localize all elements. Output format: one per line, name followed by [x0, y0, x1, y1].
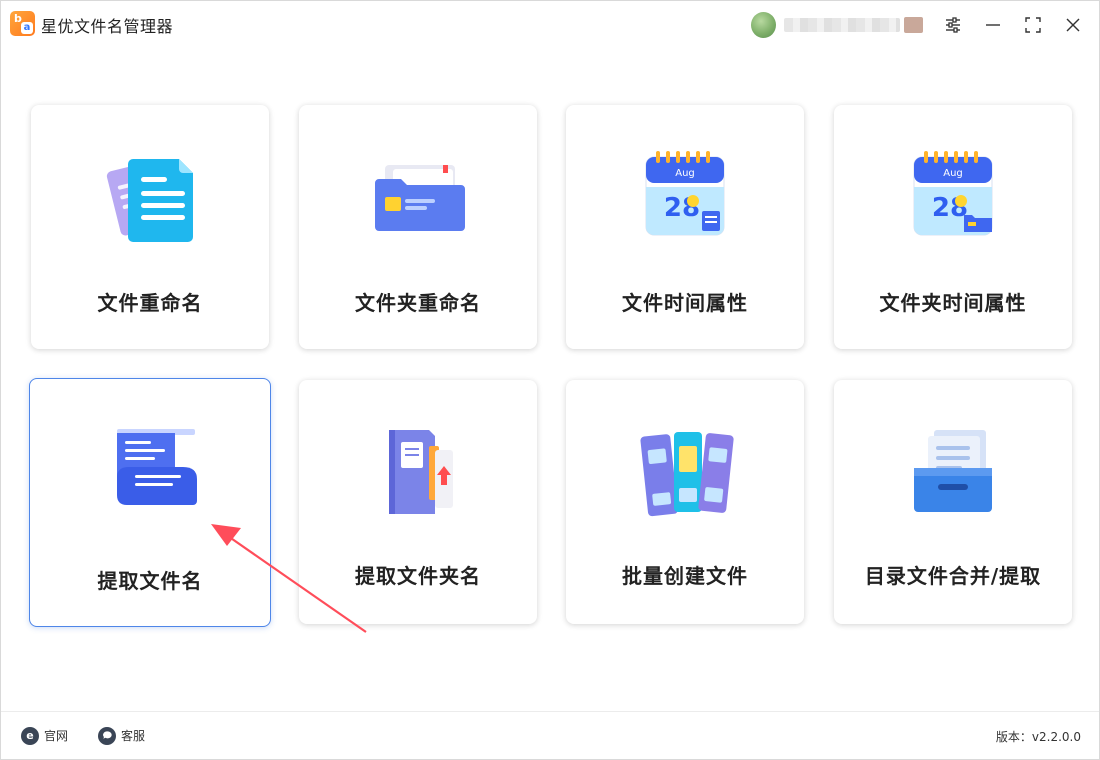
- tool-card-file-rename[interactable]: 文件重命名: [31, 105, 269, 349]
- footer-bar: e 官网 客服 版本：v2.2.0.0: [1, 711, 1099, 759]
- close-icon: [1066, 18, 1080, 32]
- close-button[interactable]: [1059, 11, 1087, 39]
- books-icon: [630, 418, 740, 518]
- tool-card-folder-rename[interactable]: 文件夹重命名: [299, 105, 537, 349]
- tool-card-dir-merge[interactable]: 目录文件合并/提取: [834, 380, 1072, 624]
- logo-letter-a: a: [21, 22, 33, 34]
- tool-label: 提取文件夹名: [355, 564, 481, 588]
- tool-label: 批量创建文件: [622, 564, 748, 588]
- support-link[interactable]: 客服: [98, 726, 146, 745]
- website-label: 官网: [44, 729, 69, 743]
- app-title: 星优文件名管理器: [41, 17, 174, 36]
- browser-e-icon: e: [21, 726, 39, 745]
- tool-card-extract-foldername[interactable]: 提取文件夹名: [299, 380, 537, 624]
- tool-label: 文件夹时间属性: [879, 291, 1027, 315]
- chat-bubble-icon: [98, 726, 117, 745]
- minimize-button[interactable]: [979, 11, 1007, 39]
- folder-icon: [363, 143, 473, 243]
- tool-card-file-time[interactable]: Aug 28 文件时间属性: [566, 105, 804, 349]
- tool-label: 文件重命名: [97, 291, 203, 315]
- tool-label: 目录文件合并/提取: [864, 564, 1042, 588]
- settings-button[interactable]: [939, 11, 967, 39]
- calendar-folder-icon: Aug 28: [898, 143, 1008, 243]
- tool-card-extract-filename[interactable]: 提取文件名: [29, 378, 271, 627]
- documents-icon: [95, 143, 205, 243]
- website-link[interactable]: e 官网: [21, 726, 69, 745]
- maximize-icon: [1025, 17, 1041, 33]
- user-account[interactable]: [751, 12, 923, 38]
- calendar-month: Aug: [675, 168, 695, 179]
- tool-label: 文件时间属性: [622, 291, 748, 315]
- file-tray-icon: [898, 418, 1008, 518]
- minimize-icon: [986, 24, 1000, 26]
- tool-card-folder-time[interactable]: Aug 28 文件夹时间属性: [834, 105, 1072, 349]
- avatar[interactable]: [751, 12, 777, 38]
- calendar-icon: Aug 28: [630, 143, 740, 243]
- settings-icon: [946, 17, 960, 33]
- version-text: 版本：v2.2.0.0: [995, 730, 1081, 744]
- calendar-month: Aug: [943, 168, 963, 179]
- binder-icon: [363, 418, 473, 518]
- user-badge-blurred: [903, 17, 923, 33]
- support-label: 客服: [121, 729, 146, 743]
- tool-label: 提取文件名: [97, 569, 203, 593]
- scroll-document-icon: [95, 417, 205, 517]
- tool-card-batch-create[interactable]: 批量创建文件: [566, 380, 804, 624]
- user-name-blurred: [784, 18, 900, 32]
- app-window: b a 星优文件名管理器 文件重命名 文件夹重命名 Aug 28 文件时间属性 …: [0, 0, 1100, 760]
- maximize-button[interactable]: [1019, 11, 1047, 39]
- title-bar: b a 星优文件名管理器: [1, 1, 1099, 47]
- app-logo-icon: b a: [10, 11, 35, 36]
- tool-label: 文件夹重命名: [355, 291, 481, 315]
